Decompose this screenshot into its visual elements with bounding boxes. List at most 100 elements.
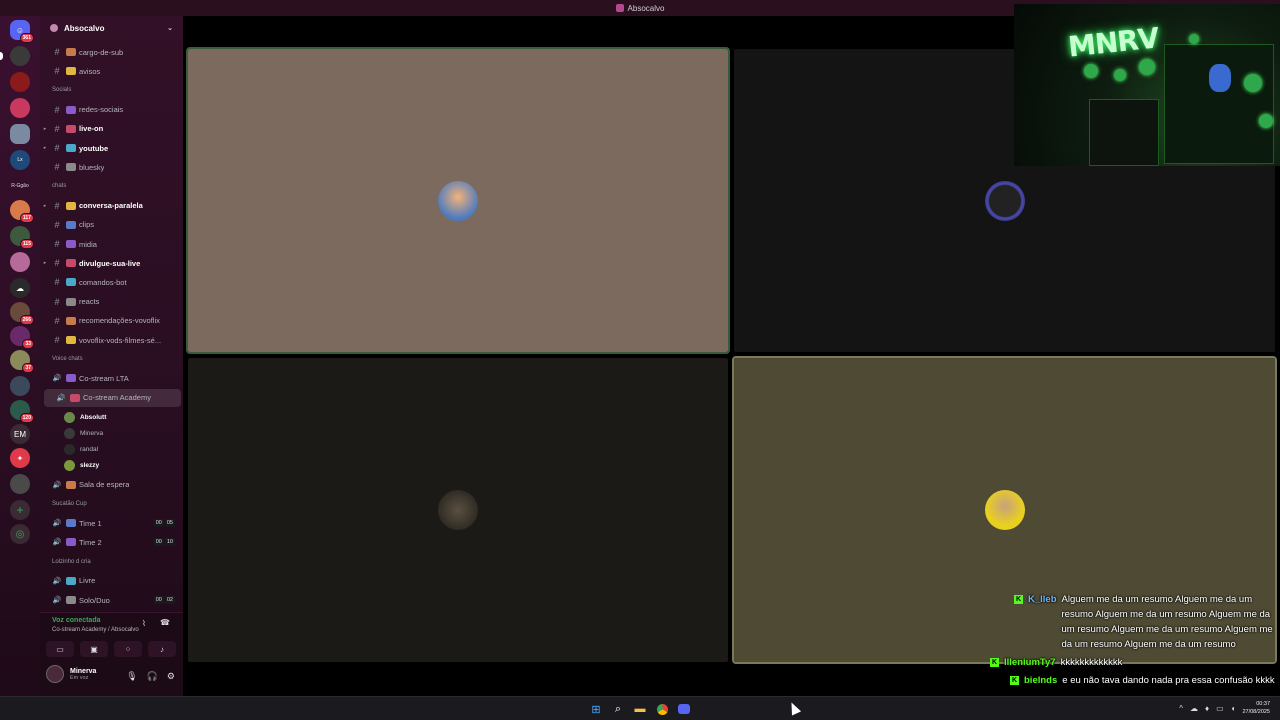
text-channel-item[interactable]: ▸ # divulgue-sua-live	[40, 254, 183, 272]
channel-name: clips	[79, 220, 95, 230]
server-label[interactable]: R-Ggão	[8, 176, 32, 196]
voice-user[interactable]: randal	[64, 443, 98, 455]
file-explorer-icon[interactable]: ▬	[632, 701, 648, 717]
server-icon[interactable]: 33	[10, 326, 34, 349]
channel-emoji-icon	[66, 67, 76, 76]
screenshare-button[interactable]: ▣	[80, 641, 108, 657]
discord-taskbar-icon[interactable]	[676, 701, 692, 717]
voice-user-name: slezzy	[80, 461, 100, 469]
channel-name: redes-sociais	[79, 105, 124, 115]
channel-name: Time 1	[79, 518, 102, 528]
channel-name: youtube	[79, 143, 109, 153]
server-icon[interactable]	[10, 98, 30, 118]
server-icon[interactable]	[10, 46, 30, 66]
text-channel-item[interactable]: ▸ # live-on	[40, 120, 183, 138]
text-channel-item[interactable]: # reacts	[40, 293, 183, 311]
windows-start-icon[interactable]: ⊞	[588, 701, 604, 717]
chrome-icon[interactable]	[654, 701, 670, 717]
window-title: Absocalvo	[627, 3, 665, 13]
category-header[interactable]: Voice chats	[52, 356, 83, 362]
server-icon[interactable]	[10, 474, 30, 494]
display-icon[interactable]: ▭	[1216, 704, 1224, 713]
server-icon[interactable]: 115	[10, 226, 34, 249]
clock[interactable]: 00:37 27/08/2025	[1242, 700, 1270, 716]
participant-tile[interactable]	[188, 358, 728, 662]
voice-channel-item[interactable]: 🔊 Solo/Duo 00 02	[40, 591, 183, 609]
disconnect-icon[interactable]: ☎	[160, 618, 170, 627]
user-status: Em voz	[70, 674, 89, 681]
text-channel-item[interactable]: # recomendações-vovoflix	[40, 312, 183, 330]
camera-button[interactable]: ▭	[46, 641, 74, 657]
server-icon[interactable]: 117	[10, 200, 34, 223]
noise-suppression-icon[interactable]: ⌇	[142, 619, 146, 628]
voice-user[interactable]: Absolutt	[64, 411, 106, 423]
server-icon[interactable]: ☁	[10, 278, 30, 298]
add-server-icon[interactable]: +	[10, 500, 30, 520]
server-icon[interactable]	[10, 252, 30, 272]
server-name: Absocalvo	[64, 23, 105, 33]
voice-channel-item[interactable]: 🔊 Time 1 00 05	[40, 514, 183, 532]
voice-user[interactable]: slezzy	[64, 459, 100, 471]
headphones-icon[interactable]: 🎧	[147, 671, 158, 682]
text-channel-item[interactable]: # cargo-de-sub	[40, 43, 183, 61]
chat-user: bielnds	[1024, 675, 1058, 686]
search-icon[interactable]: ⌕	[610, 701, 626, 717]
voice-user[interactable]: Minerva	[64, 427, 103, 439]
server-icon[interactable]: 120	[10, 400, 34, 423]
hashtag-icon: #	[54, 123, 60, 134]
user-name: Minerva	[70, 667, 97, 675]
volume-icon[interactable]: ◖	[1231, 704, 1236, 713]
text-channel-item[interactable]: # comandos-bot	[40, 273, 183, 291]
hashtag-icon: #	[54, 296, 60, 307]
text-channel-item[interactable]: ▸ # youtube	[40, 139, 183, 157]
hashtag-icon: #	[54, 219, 60, 230]
hashtag-icon: #	[54, 143, 60, 153]
text-channel-item[interactable]: ▸ # conversa-paralela	[40, 197, 183, 215]
channel-emoji-icon	[66, 48, 76, 56]
chat-user: IlleniumTy7	[1004, 657, 1056, 668]
soundboard-button[interactable]: ♪	[148, 641, 176, 657]
text-channel-item[interactable]: # vovoflix-vods-filmes-sé...	[40, 331, 183, 349]
notification-badge: 33	[22, 339, 34, 349]
chat-text: kkkkkkkkkkkkk	[1060, 657, 1123, 668]
voice-channel-item[interactable]: 🔊 Co-stream Academy	[44, 388, 181, 407]
chat-message: K bielnds e eu não tava dando nada pra e…	[1010, 673, 1276, 688]
category-header[interactable]: Socials	[52, 87, 71, 93]
microphone-icon[interactable]: 🎙	[126, 671, 137, 682]
server-icon[interactable]	[10, 124, 30, 144]
server-icon[interactable]: 37	[10, 350, 34, 373]
server-icon-em[interactable]: EM	[10, 424, 30, 444]
voice-channel-item[interactable]: 🔊 Co-stream LTA	[40, 369, 183, 387]
text-channel-item[interactable]: # midia	[40, 235, 183, 253]
server-icon[interactable]: 266	[10, 302, 34, 325]
notification-badge: 120	[19, 413, 34, 423]
category-header[interactable]: Sucatão Cup	[52, 501, 87, 507]
voice-channel-item[interactable]: 🔊 Time 2 00 10	[40, 533, 183, 551]
gear-icon[interactable]: ⚙	[167, 671, 175, 682]
user-panel[interactable]: Minerva Em voz	[46, 665, 96, 683]
microphone-icon[interactable]: ♦	[1205, 704, 1209, 713]
server-header[interactable]: Absocalvo ⌄	[40, 16, 183, 40]
server-icon[interactable]: Lx	[10, 150, 30, 170]
text-channel-item[interactable]: # clips	[40, 216, 183, 234]
explore-icon[interactable]: ◎	[10, 524, 30, 544]
network-icon[interactable]: ☁	[1190, 704, 1198, 713]
category-header[interactable]: chats	[52, 183, 66, 189]
chevron-up-icon[interactable]: ^	[1179, 704, 1183, 713]
user-limit-badge: 00 10	[153, 538, 175, 547]
voice-channel-item[interactable]: 🔊 Sala de espera	[40, 476, 183, 494]
server-icon[interactable]: ✦	[10, 448, 30, 468]
category-header[interactable]: Lolzinho d cria	[52, 559, 91, 565]
streamer-webcam: MNRV	[1014, 4, 1280, 166]
server-icon[interactable]	[10, 72, 30, 92]
text-channel-item[interactable]: # avisos	[40, 62, 183, 80]
text-channel-item[interactable]: # bluesky	[40, 158, 183, 176]
voice-channel-item[interactable]: 🔊 Livre	[40, 572, 183, 590]
server-icon[interactable]	[10, 376, 30, 396]
activities-button[interactable]: ⁘	[114, 641, 142, 657]
direct-messages-button[interactable]: ☺ 361	[10, 20, 34, 43]
participant-tile[interactable]	[186, 47, 730, 354]
kick-icon: K	[1010, 676, 1019, 685]
voice-location[interactable]: Co-stream Academy / Absocalvo	[52, 627, 139, 633]
text-channel-item[interactable]: # redes-sociais	[40, 101, 183, 119]
